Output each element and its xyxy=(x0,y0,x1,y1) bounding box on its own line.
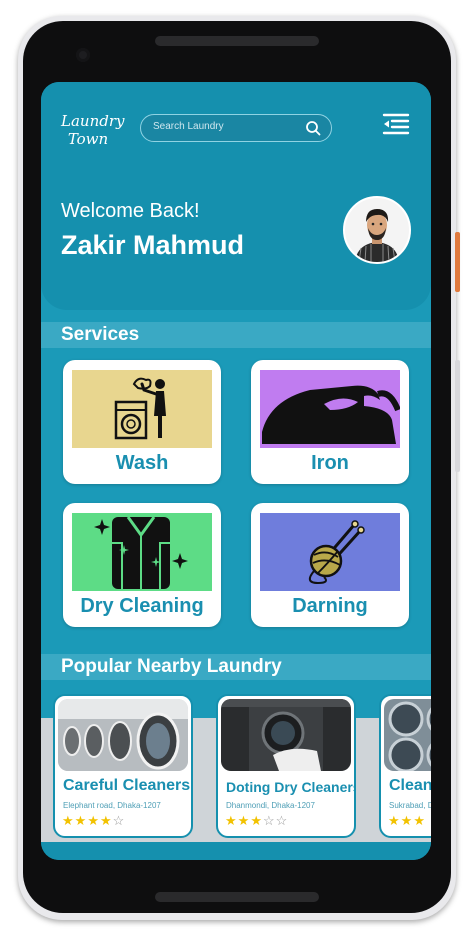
service-label-dry-cleaning: Dry Cleaning xyxy=(80,595,204,617)
laundromat-photo xyxy=(384,699,431,771)
service-label-wash: Wash xyxy=(115,452,169,474)
laundry-card[interactable]: Doting Dry Cleaners Dhanmondi, Dhaka-120… xyxy=(216,694,356,838)
user-portrait-icon xyxy=(345,198,409,262)
star-filled-icon: ★ xyxy=(74,813,88,828)
washing-person-icon xyxy=(72,370,212,448)
service-card-darning[interactable]: Darning xyxy=(251,503,409,627)
yarn-needles-icon xyxy=(260,513,400,591)
star-filled-icon: ★ xyxy=(250,813,263,828)
star-filled-icon: ★ xyxy=(400,813,414,828)
rating-stars: ★★★☆☆ xyxy=(225,813,288,829)
service-card-wash[interactable]: Wash xyxy=(63,360,221,484)
services-section-header: Services xyxy=(41,322,431,348)
laundromat-photo xyxy=(221,699,351,771)
nearby-title: Popular Nearby Laundry xyxy=(61,656,282,677)
service-label-darning: Darning xyxy=(292,595,368,617)
star-empty-icon: ☆ xyxy=(275,813,289,828)
laundry-name: Careful Cleaners xyxy=(63,777,191,794)
service-card-dry-cleaning[interactable]: Dry Cleaning xyxy=(63,503,221,627)
app-screen: Laundry Town Search Laundry Welcome Back… xyxy=(41,82,431,860)
user-name: Zakir Mahmud xyxy=(61,230,245,260)
welcome-text: Welcome Back! xyxy=(61,200,200,222)
top-speaker xyxy=(155,36,319,46)
iron-icon xyxy=(260,370,400,448)
front-camera xyxy=(76,48,90,62)
star-filled-icon: ★ xyxy=(225,813,238,828)
star-empty-icon: ☆ xyxy=(112,813,126,828)
app-logo[interactable]: Laundry Town xyxy=(61,112,125,148)
logo-line-1: Laundry xyxy=(61,112,125,130)
laundry-name: Clean xyxy=(389,777,431,794)
search-placeholder: Search Laundry xyxy=(153,121,224,132)
logo-line-2: Town xyxy=(67,130,109,148)
search-icon[interactable] xyxy=(305,120,321,136)
volume-button xyxy=(455,360,460,472)
bottom-speaker xyxy=(155,892,319,902)
rating-stars: ★★★★☆ xyxy=(62,813,125,829)
search-input[interactable]: Search Laundry xyxy=(140,114,332,142)
star-empty-icon: ☆ xyxy=(262,813,276,828)
shirt-sparkle-icon xyxy=(72,513,212,591)
nearby-section-header: Popular Nearby Laundry xyxy=(41,654,431,680)
laundry-address: Dhanmondi, Dhaka-1207 xyxy=(226,801,315,810)
rating-stars: ★★★ xyxy=(388,813,426,829)
service-card-iron[interactable]: Iron xyxy=(251,360,409,484)
power-button xyxy=(455,232,460,292)
bottom-bar xyxy=(41,842,431,860)
avatar[interactable] xyxy=(343,196,411,264)
laundry-address: Elephant road, Dhaka-1207 xyxy=(63,801,161,810)
star-filled-icon: ★ xyxy=(87,813,100,828)
laundry-card[interactable]: Careful Cleaners Elephant road, Dhaka-12… xyxy=(53,694,193,838)
laundry-address: Sukrabad, D xyxy=(389,801,431,810)
star-filled-icon: ★ xyxy=(62,813,75,828)
star-filled-icon: ★ xyxy=(413,813,426,828)
menu-icon[interactable] xyxy=(382,112,410,136)
laundry-name: Doting Dry Cleaners xyxy=(226,779,356,795)
star-filled-icon: ★ xyxy=(388,813,401,828)
laundromat-photo xyxy=(58,699,188,771)
star-filled-icon: ★ xyxy=(99,813,113,828)
service-label-iron: Iron xyxy=(311,452,349,474)
star-filled-icon: ★ xyxy=(237,813,251,828)
app-header: Laundry Town Search Laundry Welcome Back… xyxy=(41,82,431,310)
laundry-card[interactable]: Clean Sukrabad, D ★★★ xyxy=(379,694,431,838)
services-title: Services xyxy=(61,324,140,345)
